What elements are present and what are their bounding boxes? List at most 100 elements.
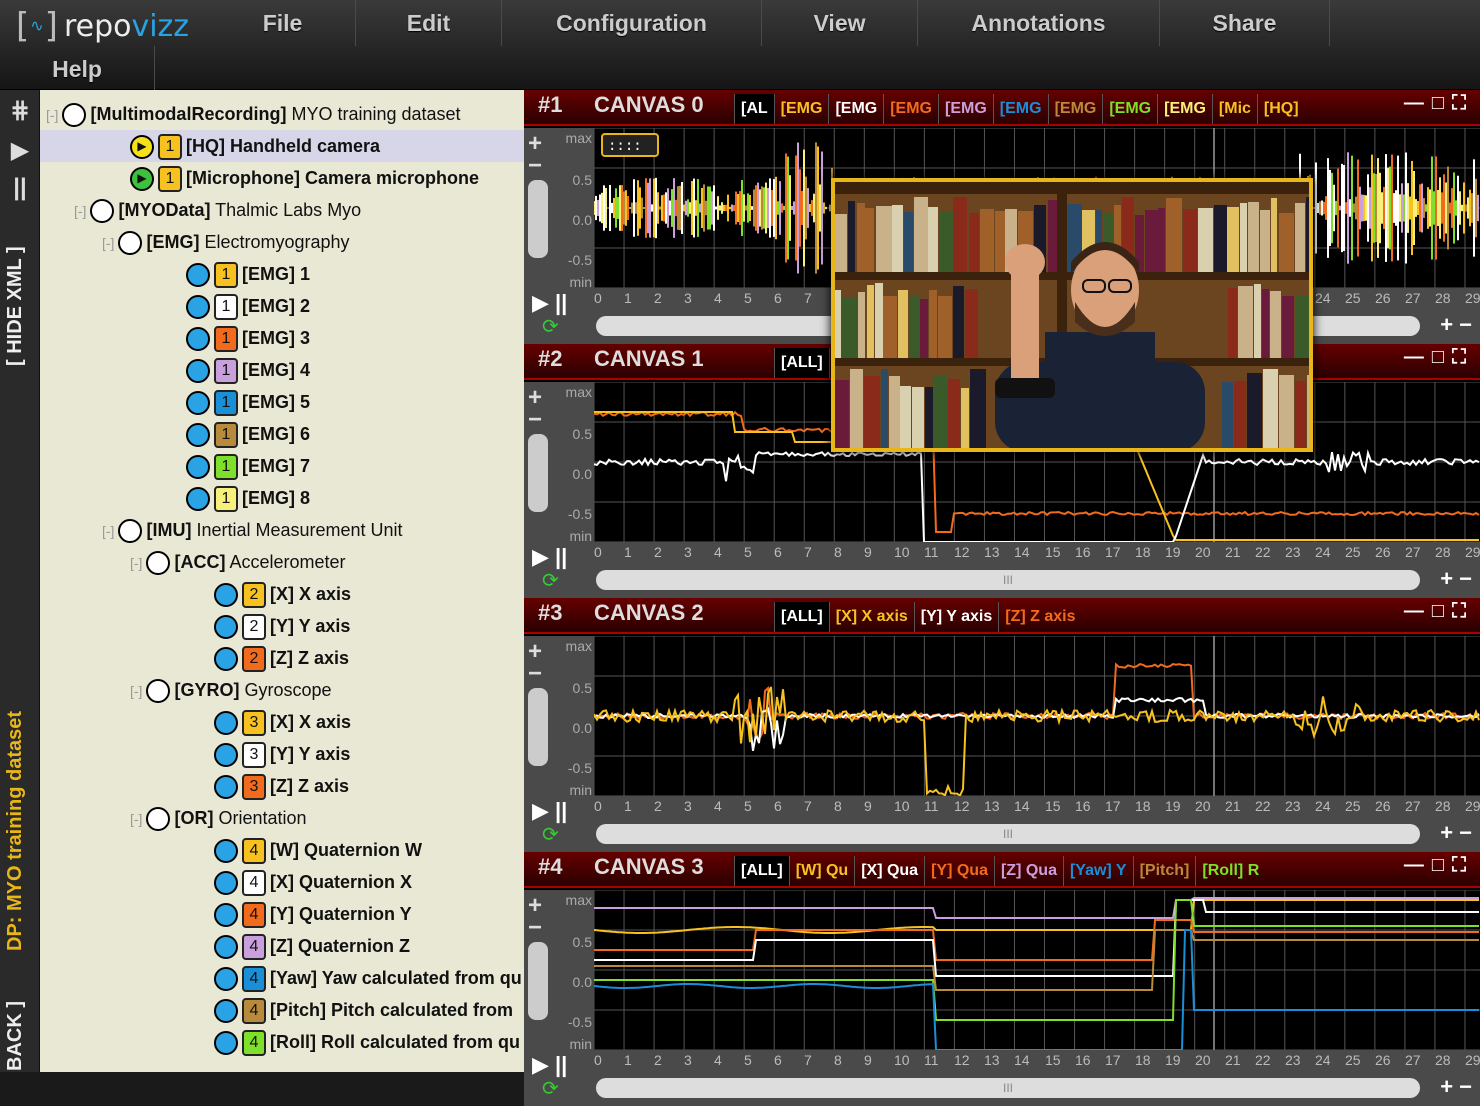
node-circle-icon[interactable] — [186, 295, 210, 320]
collapse-toggle[interactable]: [-] — [130, 683, 142, 699]
node-circle-icon[interactable] — [186, 487, 210, 512]
hide-xml-button[interactable]: [ HIDE XML ] — [4, 216, 36, 396]
canvas-tab[interactable]: [EMG — [938, 94, 993, 124]
signal-plot[interactable] — [594, 636, 1480, 796]
tree-node[interactable]: [-] [MYOData] Thalmic Labs Myo — [74, 194, 361, 226]
play-pause-controls[interactable]: ▶ || — [532, 1052, 567, 1078]
tree-node[interactable]: 2 [Y] Y axis — [158, 610, 350, 642]
zoom-out-y-icon[interactable]: − — [528, 660, 542, 688]
tree-node[interactable]: 4 [Y] Quaternion Y — [158, 898, 412, 930]
play-icon[interactable]: ▶ — [130, 167, 154, 192]
tree-node[interactable]: 1 [EMG] 8 — [130, 482, 310, 514]
node-circle-icon[interactable] — [214, 615, 238, 640]
collapse-toggle[interactable]: [-] — [102, 235, 114, 251]
loop-icon[interactable]: ⟳ — [542, 1076, 559, 1101]
zoom-x-controls[interactable]: + − — [1440, 312, 1472, 338]
canvas-badge[interactable]: 3 — [242, 774, 266, 801]
tree-node[interactable]: 1 [EMG] 7 — [130, 450, 310, 482]
canvas-tab[interactable]: [EMG — [1157, 94, 1212, 124]
canvas-tab[interactable]: [Z] Z axis — [998, 602, 1081, 632]
canvas-tab[interactable]: [ALL] — [774, 602, 829, 632]
node-circle-icon[interactable] — [214, 647, 238, 672]
tree-node[interactable]: 4 [Yaw] Yaw calculated from qu — [158, 962, 522, 994]
y-scroll-slider[interactable] — [528, 942, 548, 1020]
tree-node[interactable]: 1 [EMG] 1 — [130, 258, 310, 290]
loop-icon[interactable]: ⟳ — [542, 314, 559, 339]
canvas-tab[interactable]: [Yaw] Y — [1062, 856, 1133, 886]
canvas-tab[interactable]: [Mic — [1211, 94, 1257, 124]
canvas-tab[interactable]: [EMG — [883, 94, 938, 124]
menu-help[interactable]: Help — [0, 46, 155, 92]
y-scroll-slider[interactable] — [528, 180, 548, 258]
canvas-badge[interactable]: 1 — [214, 422, 238, 449]
canvas-badge[interactable]: 3 — [242, 710, 266, 737]
loop-icon[interactable]: ⟳ — [542, 822, 559, 847]
tree-node[interactable]: 1 [EMG] 5 — [130, 386, 310, 418]
canvas-tab[interactable]: [EMG — [1102, 94, 1157, 124]
tree-node[interactable]: ▶ 1 [HQ] Handheld camera — [40, 130, 524, 162]
zoom-x-controls[interactable]: + − — [1440, 1074, 1472, 1100]
canvas-badge[interactable]: 4 — [242, 902, 266, 929]
node-circle-icon[interactable] — [214, 583, 238, 608]
tree-node[interactable]: [-] [IMU] Inertial Measurement Unit — [102, 514, 403, 546]
canvas-badge[interactable]: 1 — [214, 358, 238, 385]
canvas-badge[interactable]: 1 — [214, 390, 238, 417]
menu-file[interactable]: File — [210, 0, 356, 46]
node-circle-icon[interactable] — [186, 455, 210, 480]
zoom-out-y-icon[interactable]: − — [528, 406, 542, 434]
node-circle-icon[interactable] — [214, 839, 238, 864]
canvas-badge[interactable]: 1 — [214, 294, 238, 321]
tree-node[interactable]: 1 [EMG] 6 — [130, 418, 310, 450]
canvas-tab[interactable]: [ALL] — [734, 856, 789, 886]
canvas-tab[interactable]: [Pitch] — [1132, 856, 1196, 886]
canvas-badge[interactable]: 1 — [214, 454, 238, 481]
tree-node[interactable]: [-] [EMG] Electromyography — [102, 226, 350, 258]
canvas-badge[interactable]: 1 — [158, 166, 182, 193]
canvas-tab[interactable]: [EMG — [992, 94, 1048, 124]
tree-node[interactable]: 3 [Z] Z axis — [158, 770, 349, 802]
y-scroll-slider[interactable] — [528, 688, 548, 766]
node-circle-icon[interactable] — [214, 999, 238, 1024]
tree-node[interactable]: 3 [X] X axis — [158, 706, 351, 738]
play-pause-controls[interactable]: ▶ || — [532, 290, 567, 316]
node-circle-icon[interactable] — [214, 775, 238, 800]
tree-node[interactable]: 2 [Z] Z axis — [158, 642, 349, 674]
tree-node[interactable]: 4 [Pitch] Pitch calculated from — [158, 994, 513, 1026]
window-controls[interactable]: —□⛶ — [1404, 600, 1474, 623]
tree-node[interactable]: [-] [ACC] Accelerometer — [130, 546, 346, 578]
window-controls[interactable]: —□⛶ — [1404, 854, 1474, 877]
tree-node[interactable]: 4 [X] Quaternion X — [158, 866, 412, 898]
node-circle-icon[interactable] — [214, 1031, 238, 1056]
node-circle-icon[interactable] — [214, 871, 238, 896]
canvas-tab[interactable]: [ALL] — [774, 348, 829, 378]
back-button[interactable]: BACK ] — [4, 1000, 36, 1072]
play-icon[interactable]: ▶ — [130, 135, 154, 160]
play-icon[interactable]: ▶ — [6, 136, 34, 165]
y-scroll-slider[interactable] — [528, 434, 548, 512]
tree-node[interactable]: 4 [W] Quaternion W — [158, 834, 422, 866]
canvas-badge[interactable]: 4 — [242, 998, 266, 1025]
node-circle-icon[interactable] — [186, 263, 210, 288]
canvas-tab[interactable]: [W] Qu — [788, 856, 854, 886]
loop-icon[interactable]: ⟳ — [542, 568, 559, 593]
zoom-out-y-icon[interactable]: − — [528, 152, 542, 180]
node-circle-icon[interactable] — [214, 903, 238, 928]
node-circle-icon[interactable] — [90, 199, 115, 224]
canvas-tab[interactable]: [EMG — [773, 94, 829, 124]
canvas-tab[interactable]: [HQ] — [1256, 94, 1305, 124]
zoom-x-controls[interactable]: + − — [1440, 566, 1472, 592]
node-circle-icon[interactable] — [118, 231, 143, 256]
collapse-toggle[interactable]: [-] — [74, 203, 86, 219]
canvas-badge[interactable]: 1 — [158, 134, 182, 161]
node-circle-icon[interactable] — [118, 519, 143, 544]
play-pause-controls[interactable]: ▶ || — [532, 544, 567, 570]
node-circle-icon[interactable] — [146, 551, 171, 576]
canvas-tab[interactable]: [X] X axis — [828, 602, 914, 632]
node-circle-icon[interactable] — [214, 935, 238, 960]
node-circle-icon[interactable] — [186, 391, 210, 416]
menu-edit[interactable]: Edit — [356, 0, 502, 46]
menu-configuration[interactable]: Configuration — [502, 0, 762, 46]
canvas-badge[interactable]: 4 — [242, 1030, 266, 1057]
canvas-badge[interactable]: 4 — [242, 966, 266, 993]
zoom-out-y-icon[interactable]: − — [528, 914, 542, 942]
